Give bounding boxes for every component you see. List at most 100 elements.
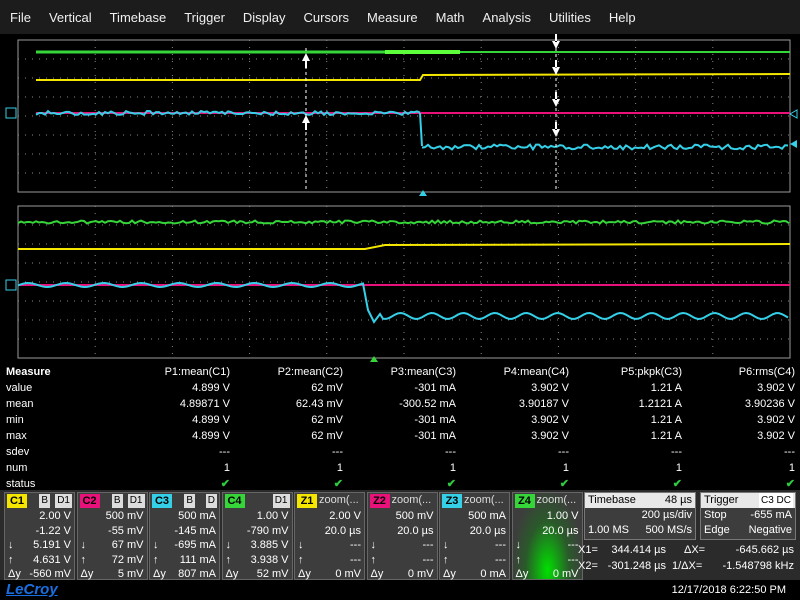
descriptor-row: ↓ 67 mV [78, 538, 147, 553]
descriptor-row: -145 mA [150, 524, 219, 539]
measure-cell: --- [671, 444, 682, 460]
measure-column-header[interactable]: P1:mean(C1) [165, 364, 230, 380]
descriptor-header: C4 D1 [223, 493, 292, 509]
descriptor-row: 20.0 µs [440, 524, 509, 539]
measure-cell: --- [332, 444, 343, 460]
descriptor-row: 1.00 V [223, 509, 292, 524]
date-time: 12/17/2018 6:22:50 PM [672, 584, 786, 596]
descriptor-tag: C1 [7, 494, 27, 508]
cursor-marker-icon[interactable] [302, 115, 310, 130]
measure-row-label: mean [6, 396, 34, 412]
timebase-descriptor[interactable]: Timebase 48 µs 200 µs/div 1.00 MS 500 MS/s [584, 492, 696, 540]
coupling-badge: D1 [55, 494, 72, 508]
descriptor-row-value: -55 mV [108, 524, 143, 539]
descriptor-row-label: ↑ [153, 553, 159, 568]
timebase-rate: 500 MS/s [646, 523, 692, 538]
measure-cell: 3.902 V [531, 428, 569, 444]
measure-table: Measure P1:mean(C1) P2:mean(C2) P3:mean(C3)… [0, 364, 800, 490]
menu-timebase[interactable]: Timebase [101, 10, 176, 25]
descriptor-row-value: --- [423, 553, 434, 568]
measure-row-label: value [6, 380, 32, 396]
descriptor-row-value: 3.938 V [251, 553, 289, 568]
descriptor-c2[interactable]: C2 B D1 500 mV -55 mV ↓ 67 mV ↑ 72 mV Δy 5 mV [77, 492, 148, 580]
descriptor-row: -790 mV [223, 524, 292, 539]
measure-row-label: min [6, 412, 24, 428]
trigger-descriptor[interactable]: Trigger C3 DC Stop -655 mA Edge Negative [700, 492, 796, 540]
timebase-title: Timebase [588, 493, 636, 508]
descriptor-row-label: ↑ [81, 553, 87, 568]
cursor-marker-icon[interactable] [552, 34, 560, 49]
descriptor-row-value: 20.0 µs [542, 524, 578, 539]
menu-math[interactable]: Math [427, 10, 474, 25]
descriptor-row: 2.00 V [5, 509, 74, 524]
descriptor-row-value: --- [495, 538, 506, 553]
descriptor-z4[interactable]: Z4 zoom(... 1.00 V 20.0 µs ↓ --- ↑ --- Δy 0 mV [512, 492, 583, 580]
menu-trigger[interactable]: Trigger [175, 10, 234, 25]
descriptor-row: 500 mA [150, 509, 219, 524]
measure-cell: 3.90236 V [745, 396, 795, 412]
cursor-x2-label: X2= [578, 558, 598, 574]
lecroy-logo[interactable]: LeCroy [6, 581, 58, 598]
main-waveform-grid[interactable] [0, 34, 800, 198]
descriptor-row: ↓ 3.885 V [223, 538, 292, 553]
measure-column-header[interactable]: P2:mean(C2) [278, 364, 343, 380]
descriptor-z2[interactable]: Z2 zoom(... 500 mV 20.0 µs ↓ --- ↑ --- Δy 0 mV [367, 492, 438, 580]
menu-vertical[interactable]: Vertical [40, 10, 101, 25]
cursor-marker-icon[interactable] [302, 53, 310, 68]
measure-column-header[interactable]: P5:pkpk(C3) [621, 364, 682, 380]
measure-cell: 4.899 V [192, 380, 230, 396]
menu-file[interactable]: File [0, 10, 40, 25]
menu-display[interactable]: Display [234, 10, 295, 25]
descriptor-row-label: ↓ [516, 538, 522, 553]
c1-trace [388, 74, 790, 80]
descriptor-row-value: 3.885 V [251, 538, 289, 553]
cursor-x1-value: 344.414 µs [611, 542, 666, 558]
descriptor-row: 20.0 µs [513, 524, 582, 539]
descriptor-row-value: 72 mV [112, 553, 144, 568]
descriptor-z1[interactable]: Z1 zoom(... 2.00 V 20.0 µs ↓ --- ↑ --- Δy 0 mV [294, 492, 365, 580]
descriptor-row-value: 2.00 V [39, 509, 71, 524]
measure-column-header[interactable]: P3:mean(C3) [391, 364, 456, 380]
menu-help[interactable]: Help [600, 10, 645, 25]
menu-utilities[interactable]: Utilities [540, 10, 600, 25]
trigger-position-icon[interactable] [419, 190, 427, 196]
descriptor-header: C3 B D [150, 493, 219, 509]
descriptor-header: Z1 zoom(... [295, 493, 364, 509]
menu-cursors[interactable]: Cursors [295, 10, 359, 25]
descriptor-row-label: ↓ [8, 538, 14, 553]
status-footer: LeCroy 12/17/2018 6:22:50 PM [0, 580, 800, 600]
measure-column-header[interactable]: P6:rms(C4) [739, 364, 795, 380]
descriptor-c3[interactable]: C3 B D 500 mA -145 mA ↓ -695 mA ↑ 111 mA Δy 807 mA [149, 492, 220, 580]
descriptor-row-value: 20.0 µs [397, 524, 433, 539]
descriptor-header: C2 B D1 [78, 493, 147, 509]
descriptor-row: -1.22 V [5, 524, 74, 539]
cursor-dx-value: -645.662 µs [736, 542, 794, 558]
cursor-marker-icon[interactable] [552, 92, 560, 107]
descriptor-z3[interactable]: Z3 zoom(... 500 mA 20.0 µs ↓ --- ↑ --- Δy 0 mA [439, 492, 510, 580]
descriptor-row-value: -790 mV [247, 524, 289, 539]
descriptor-c1[interactable]: C1 B D1 2.00 V -1.22 V ↓ 5.191 V ↑ 4.631 V Δy -560… [4, 492, 75, 580]
zoom-waveform-grid[interactable] [0, 200, 800, 364]
c3-trace [422, 145, 788, 150]
measure-column-header[interactable]: P4:mean(C4) [504, 364, 569, 380]
zoom-trigger-position-icon[interactable] [370, 356, 378, 362]
channel-ground-marker-icon[interactable] [6, 108, 16, 118]
measure-cell: -301 mA [414, 428, 456, 444]
descriptor-row-value: -1.22 V [36, 524, 71, 539]
measure-cell: 1 [676, 460, 682, 476]
descriptor-c4[interactable]: C4 D1 1.00 V -790 mV ↓ 3.885 V ↑ 3.938 V Δy 52 mV [222, 492, 293, 580]
measure-cell: 1 [337, 460, 343, 476]
descriptor-row: ↓ -695 mA [150, 538, 219, 553]
menu-measure[interactable]: Measure [358, 10, 427, 25]
zoom-ground-marker-icon[interactable] [6, 280, 16, 290]
descriptor-row-label: ↓ [298, 538, 304, 553]
zoom-title: zoom(... [392, 494, 436, 506]
descriptor-header: Z4 zoom(... [513, 493, 582, 509]
c3-offset-icon[interactable] [790, 140, 797, 148]
descriptor-row-label: ↓ [81, 538, 87, 553]
trigger-mode: Stop [704, 508, 727, 523]
measure-cell: 1 [450, 460, 456, 476]
menu-analysis[interactable]: Analysis [474, 10, 540, 25]
descriptor-row: ↑ --- [440, 553, 509, 568]
trigger-level-icon[interactable] [790, 110, 797, 118]
